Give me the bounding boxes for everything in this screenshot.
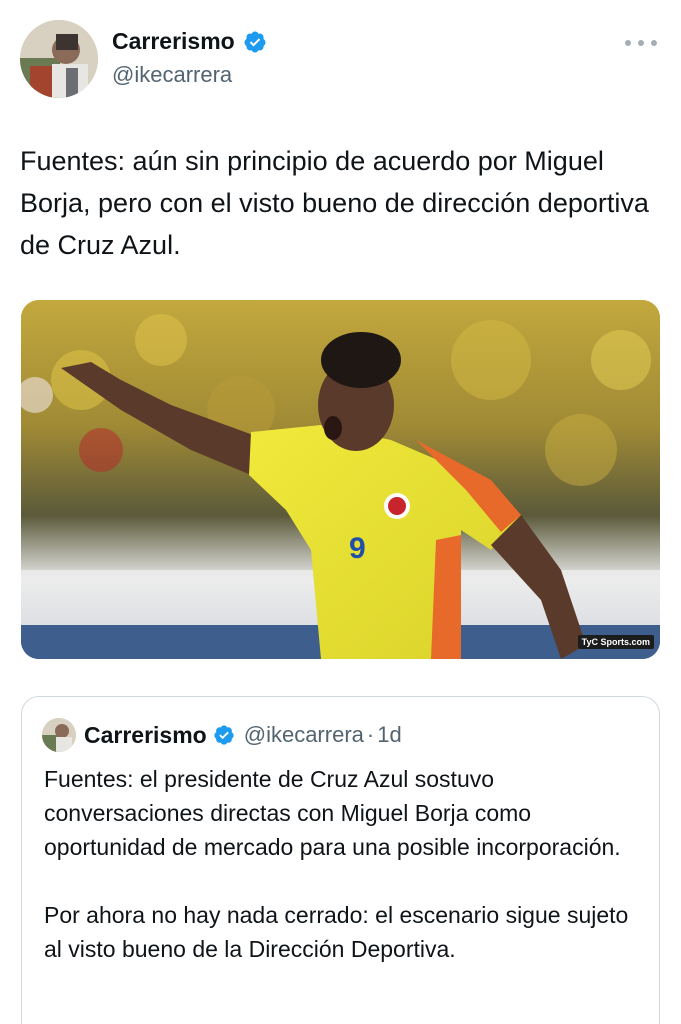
- quoted-author-name: Carrerismo: [84, 721, 207, 748]
- quoted-tweet[interactable]: Carrerismo @ikecarrera · 1d Fuentes: el …: [21, 696, 660, 1024]
- author-display-name[interactable]: Carrerismo: [112, 28, 235, 55]
- quoted-paragraph-2: Por ahora no hay nada cerrado: el escena…: [44, 902, 629, 962]
- tweet-photo[interactable]: 9 TyC Sports.com: [21, 300, 660, 659]
- tweet-text: Fuentes: aún sin principio de acuerdo po…: [20, 146, 649, 260]
- quoted-tweet-text: Fuentes: el presidente de Cruz Azul sost…: [44, 762, 644, 966]
- quoted-paragraph-1: Fuentes: el presidente de Cruz Azul sost…: [44, 766, 621, 860]
- verified-badge-icon: [214, 725, 234, 745]
- author-name-row[interactable]: Carrerismo: [112, 28, 267, 55]
- quoted-author-avatar: [42, 718, 76, 752]
- jersey-number: 9: [349, 532, 366, 565]
- tweet: Carrerismo @ikecarrera Fuentes: aún sin …: [0, 0, 681, 1024]
- verified-badge-icon: [244, 31, 266, 52]
- author-avatar[interactable]: [20, 20, 98, 98]
- quoted-separator: ·: [366, 722, 375, 747]
- quoted-tweet-header: Carrerismo @ikecarrera · 1d: [42, 718, 402, 752]
- author-handle[interactable]: @ikecarrera: [112, 62, 232, 88]
- quoted-author-handle: @ikecarrera: [243, 722, 364, 747]
- quoted-timestamp: 1d: [377, 722, 402, 747]
- photo-watermark: TyC Sports.com: [577, 635, 654, 649]
- more-horizontal-icon[interactable]: [625, 36, 657, 50]
